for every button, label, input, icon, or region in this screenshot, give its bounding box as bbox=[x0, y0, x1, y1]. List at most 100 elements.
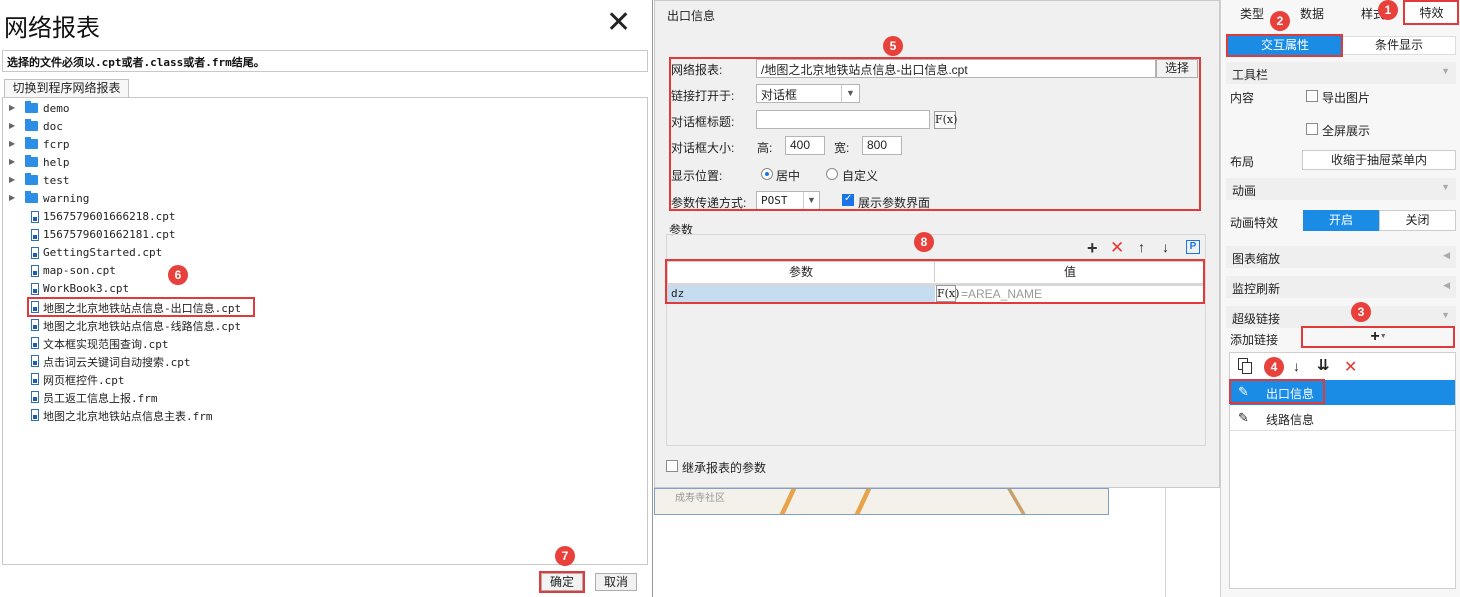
report-path-field[interactable]: /地图之北京地铁站点信息-出口信息.cpt bbox=[756, 59, 1156, 78]
tree-file[interactable]: 地图之北京地铁站点信息主表.frm bbox=[3, 406, 643, 424]
formula-button[interactable]: F(x) bbox=[936, 285, 959, 302]
radio-custom[interactable] bbox=[826, 168, 838, 180]
move-down-icon[interactable]: ↓ bbox=[1293, 358, 1300, 374]
height-field[interactable]: 400 bbox=[785, 136, 825, 155]
animation-on-button[interactable]: 开启 bbox=[1303, 210, 1379, 231]
tree-folder-help[interactable]: ▶ help bbox=[3, 154, 643, 172]
choose-button[interactable]: 选择 bbox=[1156, 59, 1198, 78]
link-item-label: 线路信息 bbox=[1266, 413, 1315, 427]
move-up-icon[interactable]: ↑ bbox=[1138, 239, 1145, 255]
tree-folder-demo[interactable]: ▶ demo bbox=[3, 100, 643, 118]
tree-file[interactable]: 1567579601662181.cpt bbox=[3, 226, 643, 244]
dialog-size-label: 对话框大小: bbox=[671, 141, 735, 155]
step-badge-3: 3 bbox=[1351, 302, 1371, 322]
radio-custom-label: 自定义 bbox=[842, 169, 879, 183]
file-icon bbox=[31, 355, 39, 367]
add-link-label: 添加链接 bbox=[1230, 333, 1279, 347]
tree-file[interactable]: 地图之北京地铁站点信息-线路信息.cpt bbox=[3, 316, 643, 334]
folder-icon bbox=[25, 191, 38, 203]
chevron-right-icon[interactable]: ▶ bbox=[9, 193, 15, 202]
tree-folder-warning[interactable]: ▶ warning bbox=[3, 190, 643, 208]
layout-select[interactable]: 收缩于抽屉菜单内 bbox=[1302, 150, 1456, 170]
dialog-title-field[interactable] bbox=[756, 110, 930, 129]
chevron-right-icon[interactable]: ▶ bbox=[9, 121, 15, 130]
width-field[interactable]: 800 bbox=[862, 136, 902, 155]
width-label: 宽: bbox=[834, 141, 850, 155]
ok-button[interactable]: 确定 bbox=[541, 573, 583, 591]
tree-folder-fcrp[interactable]: ▶ fcrp bbox=[3, 136, 643, 154]
tree-file[interactable]: GettingStarted.cpt bbox=[3, 244, 643, 262]
move-down-icon[interactable]: ↓ bbox=[1162, 239, 1169, 255]
tree-file-label: 1567579601666218.cpt bbox=[43, 210, 176, 223]
tree-file[interactable]: 员工返工信息上报.frm bbox=[3, 388, 643, 406]
animation-section[interactable]: 动画 ▼ bbox=[1226, 178, 1456, 200]
tree-file[interactable]: map-son.cpt bbox=[3, 262, 643, 280]
hint-text: 选择的文件必须以.cpt或者.class或者.frm结尾。 bbox=[7, 56, 265, 69]
link-item-export-info[interactable]: ✎ 出口信息 bbox=[1230, 380, 1455, 405]
switch-program-report-tab[interactable]: 切换到程序网络报表 bbox=[4, 79, 129, 97]
tree-file[interactable]: 地图之北京地铁站点信息-出口信息.cpt bbox=[3, 298, 643, 316]
subtab-interaction[interactable]: 交互属性 bbox=[1228, 36, 1342, 55]
tree-file[interactable]: 点击词云关键词自动搜索.cpt bbox=[3, 352, 643, 370]
tree-file[interactable]: 1567579601666218.cpt bbox=[3, 208, 643, 226]
chart-zoom-section[interactable]: 图表缩放 ◀ bbox=[1226, 246, 1456, 268]
animation-effect-label: 动画特效 bbox=[1230, 216, 1279, 230]
move-bottom-icon[interactable]: ⇊ bbox=[1317, 356, 1330, 374]
tree-folder-label: fcrp bbox=[43, 138, 70, 151]
monitor-refresh-section[interactable]: 监控刷新 ◀ bbox=[1226, 276, 1456, 298]
radio-center[interactable] bbox=[761, 168, 773, 180]
file-icon bbox=[31, 409, 39, 421]
radio-center-label: 居中 bbox=[776, 169, 801, 183]
chevron-down-icon: ▼ bbox=[1441, 310, 1450, 320]
step-badge-2: 2 bbox=[1270, 11, 1290, 31]
param-mode-select[interactable]: POST ▼ bbox=[756, 191, 820, 210]
tree-file[interactable]: WorkBook3.cpt bbox=[3, 280, 643, 298]
tree-folder-test[interactable]: ▶ test bbox=[3, 172, 643, 190]
tree-file-label: 地图之北京地铁站点信息主表.frm bbox=[43, 410, 213, 423]
toolbar-section[interactable]: 工具栏 ▼ bbox=[1226, 62, 1456, 84]
folder-icon bbox=[25, 119, 38, 131]
fullscreen-checkbox[interactable] bbox=[1306, 123, 1318, 135]
param-name-cell[interactable]: dz bbox=[668, 286, 935, 303]
tree-folder-doc[interactable]: ▶ doc bbox=[3, 118, 643, 136]
hyperlink-section[interactable]: 超级链接 ▼ bbox=[1226, 306, 1456, 328]
tab-type[interactable]: 类型 bbox=[1240, 5, 1264, 22]
chevron-down-icon: ▼ bbox=[803, 192, 819, 209]
show-param-ui-checkbox[interactable] bbox=[842, 193, 854, 206]
tree-file[interactable]: 网页框控件.cpt bbox=[3, 370, 643, 388]
delete-link-icon[interactable]: ✕ bbox=[1344, 357, 1357, 377]
position-label: 显示位置: bbox=[671, 169, 723, 183]
add-link-button[interactable]: +▼ bbox=[1303, 328, 1454, 347]
close-icon[interactable]: ✕ bbox=[606, 8, 631, 38]
toolbar-section-label: 工具栏 bbox=[1232, 68, 1269, 82]
tab-effects[interactable]: 特效 bbox=[1405, 2, 1458, 24]
export-image-checkbox[interactable] bbox=[1306, 90, 1318, 102]
open-in-select[interactable]: 对话框 ▼ bbox=[756, 84, 860, 103]
add-param-icon[interactable]: + bbox=[1087, 238, 1098, 259]
chevron-right-icon[interactable]: ▶ bbox=[9, 175, 15, 184]
file-icon bbox=[31, 301, 39, 313]
link-item-label: 出口信息 bbox=[1266, 387, 1315, 401]
subtab-conditional-display[interactable]: 条件显示 bbox=[1342, 36, 1456, 55]
chevron-right-icon[interactable]: ▶ bbox=[9, 139, 15, 148]
tree-folder-label: warning bbox=[43, 192, 90, 205]
dialog-title: 网络报表 bbox=[4, 15, 100, 42]
tree-file-label: 地图之北京地铁站点信息-出口信息.cpt bbox=[43, 302, 242, 315]
content-label: 内容 bbox=[1230, 91, 1255, 105]
table-row[interactable]: dz F(x) =AREA_NAME bbox=[668, 283, 1203, 303]
param-p-icon[interactable]: P bbox=[1186, 240, 1200, 254]
inherit-params-label: 继承报表的参数 bbox=[682, 461, 767, 475]
animation-off-button[interactable]: 关闭 bbox=[1379, 210, 1456, 231]
cancel-button[interactable]: 取消 bbox=[595, 573, 637, 591]
formula-button[interactable]: F(x) bbox=[934, 111, 957, 129]
param-value-cell[interactable]: =AREA_NAME bbox=[961, 287, 1042, 301]
tab-data[interactable]: 数据 bbox=[1300, 5, 1324, 22]
step-badge-4: 4 bbox=[1264, 357, 1284, 377]
chevron-right-icon[interactable]: ▶ bbox=[9, 103, 15, 112]
link-item-line-info[interactable]: ✎ 线路信息 bbox=[1230, 406, 1455, 431]
chevron-right-icon[interactable]: ▶ bbox=[9, 157, 15, 166]
tree-file[interactable]: 文本框实现范围查询.cpt bbox=[3, 334, 643, 352]
delete-param-icon[interactable]: ✕ bbox=[1110, 238, 1124, 258]
inherit-params-checkbox[interactable] bbox=[666, 460, 678, 472]
layout-label: 布局 bbox=[1230, 155, 1255, 169]
